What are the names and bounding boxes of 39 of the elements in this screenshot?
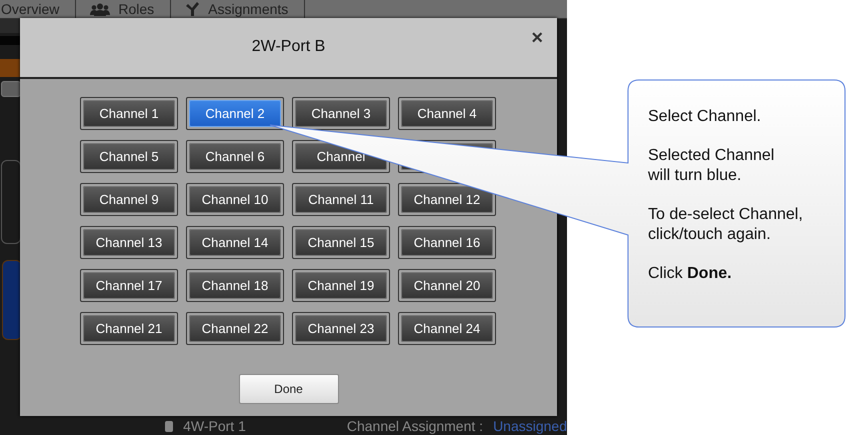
port-label: 4W-Port 1 bbox=[183, 418, 246, 434]
channel-button[interactable]: Channel 5 bbox=[80, 140, 178, 173]
assignment-label: Channel Assignment : bbox=[346, 418, 484, 434]
channel-button[interactable]: Channel 4 bbox=[398, 97, 496, 130]
callout-text: To de-select Channel, click/touch again. bbox=[648, 205, 804, 245]
channel-button[interactable]: Channel 14 bbox=[186, 226, 284, 259]
channel-button[interactable]: Channel 6 bbox=[186, 140, 284, 173]
people-icon bbox=[90, 2, 110, 16]
done-button[interactable]: Done bbox=[238, 374, 338, 404]
assignment-value: Unassigned bbox=[493, 418, 567, 434]
channel-button[interactable]: Channel 10 bbox=[186, 183, 284, 216]
channel-button[interactable]: Channel 23 bbox=[292, 312, 390, 345]
channel-button[interactable]: Channel 1 bbox=[80, 97, 178, 130]
toolbar-panel bbox=[0, 36, 20, 45]
channel-button[interactable]: Channel 15 bbox=[292, 226, 390, 259]
channel-button[interactable]: Channel 13 bbox=[80, 226, 178, 259]
channel-button[interactable]: Channel 16 bbox=[398, 226, 496, 259]
channel-button[interactable]: Channel 12 bbox=[398, 183, 496, 216]
input-field[interactable] bbox=[1, 81, 21, 97]
dialog-title: 2W-Port B bbox=[252, 38, 326, 56]
channel-button[interactable]: Channel 3 bbox=[292, 97, 390, 130]
channel-button[interactable]: Channel 20 bbox=[398, 269, 496, 302]
channel-button[interactable]: Channel 24 bbox=[398, 312, 496, 345]
channel-button[interactable]: Channel 2 bbox=[186, 97, 284, 130]
callout-text: Click Done. bbox=[648, 264, 733, 284]
channel-button[interactable]: Channel 22 bbox=[186, 312, 284, 345]
close-button[interactable]: × bbox=[531, 28, 543, 48]
channel-button[interactable]: Channel 17 bbox=[80, 269, 178, 302]
callout-text: Selected Channel will turn blue. bbox=[648, 146, 776, 186]
channel-button[interactable]: Channel 19 bbox=[292, 269, 390, 302]
channel-button[interactable]: Channel 9 bbox=[80, 183, 178, 216]
fork-icon bbox=[185, 2, 200, 16]
channel-button[interactable]: Channel 21 bbox=[80, 312, 178, 345]
channel-button[interactable]: Channel 18 bbox=[186, 269, 284, 302]
tile[interactable] bbox=[2, 260, 22, 340]
callout-text: Select Channel. bbox=[648, 107, 762, 127]
checkbox[interactable] bbox=[165, 420, 174, 432]
channel-button[interactable]: Channel 11 bbox=[292, 183, 390, 216]
highlight-strip bbox=[0, 59, 20, 77]
